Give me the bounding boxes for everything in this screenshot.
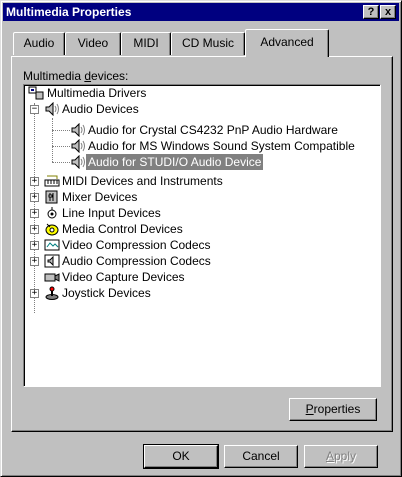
apply-button[interactable]: Apply: [304, 445, 378, 468]
title-bar[interactable]: Multimedia Properties ? x: [3, 3, 399, 21]
tab-cd-music[interactable]: CD Music: [171, 32, 245, 55]
cancel-button[interactable]: Cancel: [224, 445, 298, 468]
ok-button[interactable]: OK: [143, 444, 219, 469]
tab-panel: [11, 56, 393, 432]
tab-advanced[interactable]: Advanced: [245, 29, 329, 57]
help-button[interactable]: ?: [363, 5, 379, 19]
close-button[interactable]: x: [380, 5, 396, 19]
tab-midi[interactable]: MIDI: [121, 32, 171, 55]
dialog-window: Multimedia Properties ? x Audio Video MI…: [0, 0, 402, 477]
tab-video[interactable]: Video: [65, 32, 121, 55]
tab-audio[interactable]: Audio: [13, 32, 65, 55]
window-title: Multimedia Properties: [6, 5, 132, 19]
